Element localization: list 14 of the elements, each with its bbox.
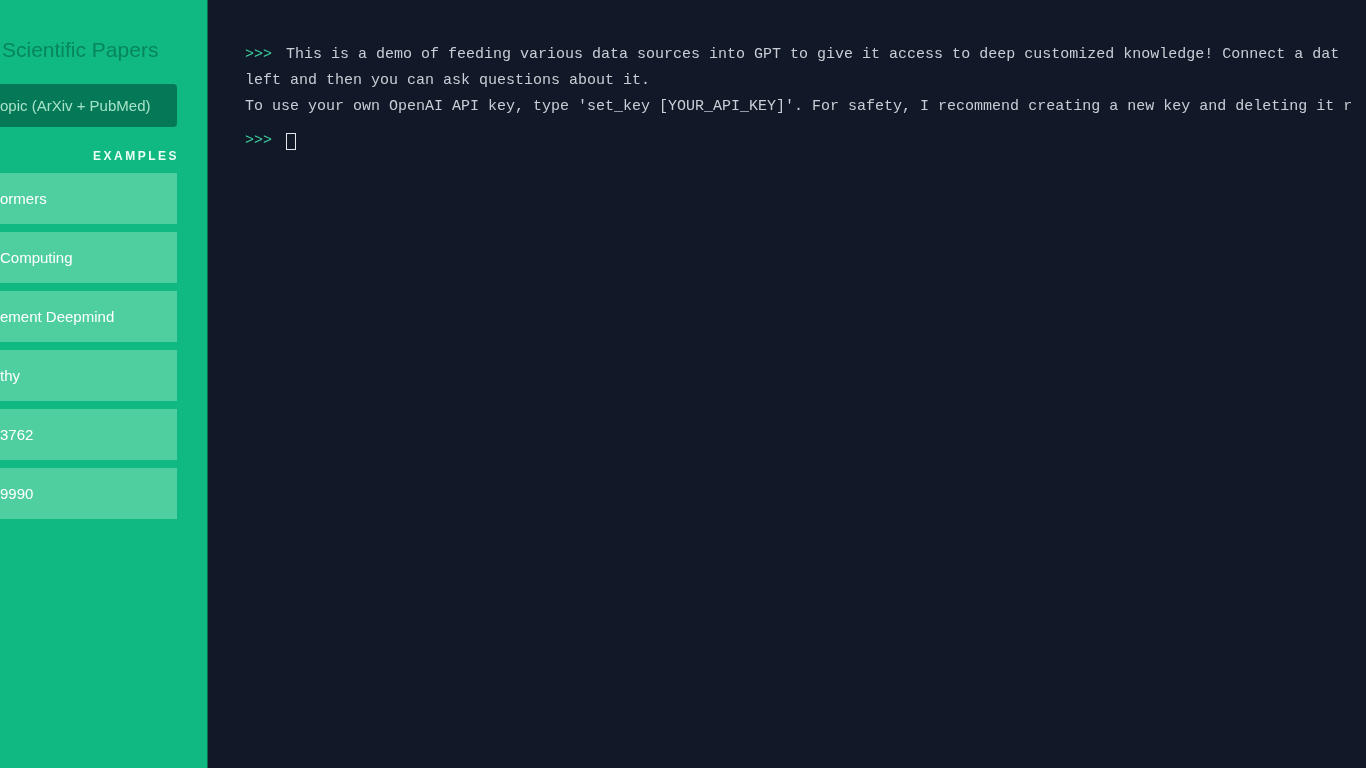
terminal-output: To use your own OpenAI API key, type 'set_key [YOUR_API_KEY]'. For safety, I recommend creating a new key and deleting it r [245,97,1353,117]
prompt-marker: >>> [245,131,272,151]
examples-heading: EXAMPLES [92,149,179,163]
example-button[interactable]: Computing [0,232,177,283]
terminal-output: This is a demo of feeding various data sources into GPT to give it access to deep customized knowledge! Connect a dat [286,45,1340,65]
data-source-button[interactable]: opic (ArXiv + PubMed) [0,84,177,127]
example-button[interactable]: 9990 [0,468,177,519]
text-cursor[interactable] [286,132,296,150]
prompt-marker: >>> [245,45,272,65]
example-button[interactable]: ormers [0,173,177,224]
example-button[interactable]: 3762 [0,409,177,460]
example-button[interactable]: thy [0,350,177,401]
terminal-output: left and then you can ask questions about it. [245,71,651,91]
example-button[interactable]: ement Deepmind [0,291,177,342]
